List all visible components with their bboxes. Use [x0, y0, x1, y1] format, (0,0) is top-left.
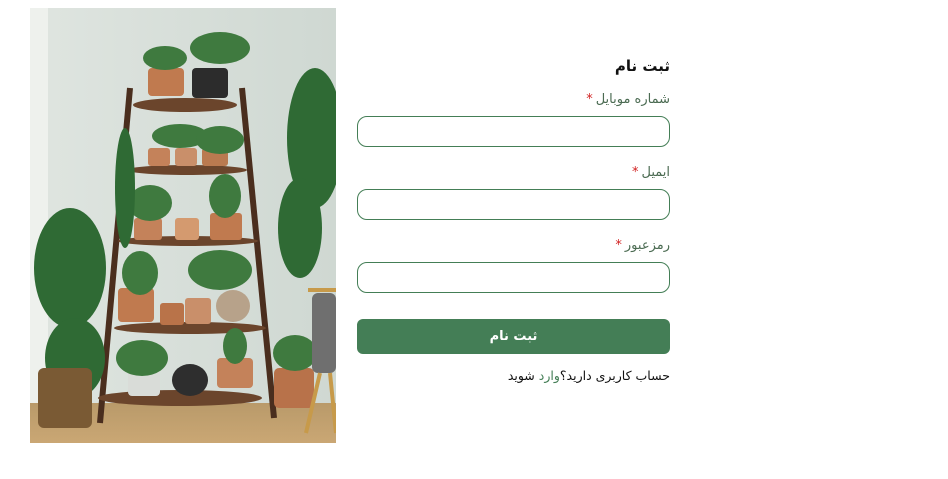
email-label-text: ایمیل	[641, 165, 670, 180]
signup-form: ثبت نام شماره موبایل* ایمیل* رمزعبور* ثب…	[357, 55, 670, 383]
password-label-text: رمزعبور	[624, 238, 670, 253]
login-link[interactable]: وارد	[539, 368, 560, 383]
required-mark: *	[631, 165, 639, 180]
email-field[interactable]	[357, 189, 670, 220]
signup-button[interactable]: ثبت نام	[357, 319, 670, 354]
plants-on-ladder-shelf-icon	[30, 8, 336, 443]
page-title: ثبت نام	[614, 57, 670, 75]
mobile-label: شماره موبایل*	[357, 91, 670, 109]
password-label: رمزعبور*	[357, 237, 670, 255]
password-field[interactable]	[357, 262, 670, 293]
login-prompt-row: حساب کاربری دارید؟وارد شوید	[357, 368, 670, 383]
required-mark: *	[586, 92, 593, 107]
plants-image	[30, 8, 336, 443]
mobile-label-text: شماره موبایل	[595, 92, 670, 107]
required-mark: *	[615, 238, 622, 253]
mobile-field[interactable]	[357, 116, 670, 147]
login-prompt: حساب کاربری دارید؟	[559, 368, 670, 383]
email-label: ایمیل*	[357, 164, 670, 182]
login-suffix: شوید	[507, 368, 539, 383]
